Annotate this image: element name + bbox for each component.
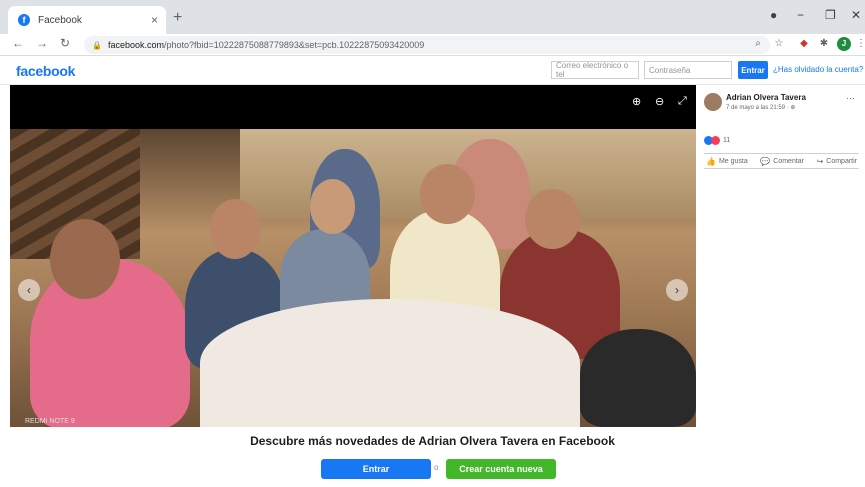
back-icon[interactable]: ← <box>12 36 24 50</box>
globe-icon: ⊕ <box>790 105 796 111</box>
extensions-puzzle-icon[interactable]: ✱ <box>818 38 830 50</box>
extension-icon[interactable]: ◆ <box>798 38 810 50</box>
next-photo-button[interactable]: › <box>666 279 688 301</box>
comment-icon: 💬 <box>760 156 771 166</box>
photo-viewer: ⊕ ⊖ ⤢ ‹ › <box>10 85 696 427</box>
login-button[interactable]: Entrar <box>738 61 768 79</box>
zoom-out-icon[interactable]: ⊖ <box>655 95 664 108</box>
photo-person-head <box>50 219 120 299</box>
new-tab-button[interactable]: + <box>173 9 182 27</box>
comment-button[interactable]: 💬 Comentar <box>760 157 804 166</box>
close-window-icon[interactable]: ✕ <box>851 8 861 22</box>
media-control-icon[interactable]: ● <box>770 8 777 22</box>
post-actions: 👍 Me gusta 💬 Comentar ↪ Compartir <box>704 153 859 169</box>
tab-close-icon[interactable]: × <box>151 13 158 27</box>
share-icon: ↪ <box>816 156 824 166</box>
previous-photo-button[interactable]: ‹ <box>18 279 40 301</box>
password-field[interactable]: Contraseña <box>644 61 732 79</box>
like-button[interactable]: 👍 Me gusta <box>706 157 748 166</box>
photo-table <box>200 299 580 427</box>
create-account-button[interactable]: Crear cuenta nueva <box>446 459 556 479</box>
photo-person <box>580 329 696 427</box>
browser-tab-bar: f Facebook × + ● − ❐ ✕ <box>0 0 865 34</box>
bookmark-star-icon[interactable]: ☆ <box>773 38 785 50</box>
zoom-icon[interactable]: ⌕ <box>752 38 764 50</box>
tab-title: Facebook <box>38 14 82 26</box>
restore-icon[interactable]: ❐ <box>825 8 836 22</box>
facebook-favicon-icon: f <box>18 14 30 26</box>
lock-icon: 🔒 <box>92 40 102 50</box>
photo-person-head <box>525 189 580 249</box>
photo-person-head <box>420 164 475 224</box>
reload-icon[interactable]: ↻ <box>60 36 70 50</box>
reaction-count: 11 <box>723 137 731 144</box>
photo-watermark: REDMI NOTE 9 <box>25 418 75 425</box>
love-reaction-icon <box>711 136 720 145</box>
facebook-top-bar: facebook Correo electrónico o tel Contra… <box>0 57 865 85</box>
share-button[interactable]: ↪ Compartir <box>817 157 857 166</box>
url-host: facebook.com <box>107 40 164 50</box>
more-options-icon[interactable]: ··· <box>846 93 855 103</box>
zoom-in-icon[interactable]: ⊕ <box>632 95 641 108</box>
or-separator: o <box>434 463 439 472</box>
address-toolbar: ← → ↻ 🔒 facebook.com/photo?fbid=10222875… <box>0 34 865 56</box>
forward-icon[interactable]: → <box>36 36 48 50</box>
author-avatar[interactable] <box>704 93 722 111</box>
signup-prompt-title: Descubre más novedades de Adrian Olvera … <box>250 434 615 448</box>
photo-person-head <box>210 199 260 259</box>
facebook-logo[interactable]: facebook <box>16 63 75 79</box>
author-name[interactable]: Adrian Olvera Tavera <box>726 93 806 102</box>
tab-facebook[interactable]: f Facebook × <box>8 6 166 34</box>
fullscreen-icon[interactable]: ⤢ <box>678 95 687 108</box>
post-sidebar: Adrian Olvera Tavera 7 de mayo a las 21:… <box>696 85 865 427</box>
reactions-summary[interactable]: 11 <box>704 136 730 145</box>
menu-dots-icon[interactable]: ⋮ <box>855 38 865 50</box>
photo-person-head <box>310 179 355 234</box>
forgot-account-link[interactable]: ¿Has olvidado la cuenta? <box>773 65 863 74</box>
url-path: /photo?fbid=10222875088779893&set=pcb.10… <box>164 40 425 50</box>
thumbs-up-icon: 👍 <box>706 156 716 166</box>
photo-image <box>10 129 696 427</box>
footer-login-button[interactable]: Entrar <box>321 459 431 479</box>
profile-avatar[interactable]: J <box>837 37 851 51</box>
post-date: 7 de mayo a las 21:59 · ⊕ <box>726 105 796 111</box>
minimize-icon[interactable]: − <box>797 8 804 22</box>
url-bar[interactable]: 🔒 facebook.com/photo?fbid=10222875088779… <box>84 36 770 54</box>
email-field[interactable]: Correo electrónico o tel <box>551 61 639 79</box>
